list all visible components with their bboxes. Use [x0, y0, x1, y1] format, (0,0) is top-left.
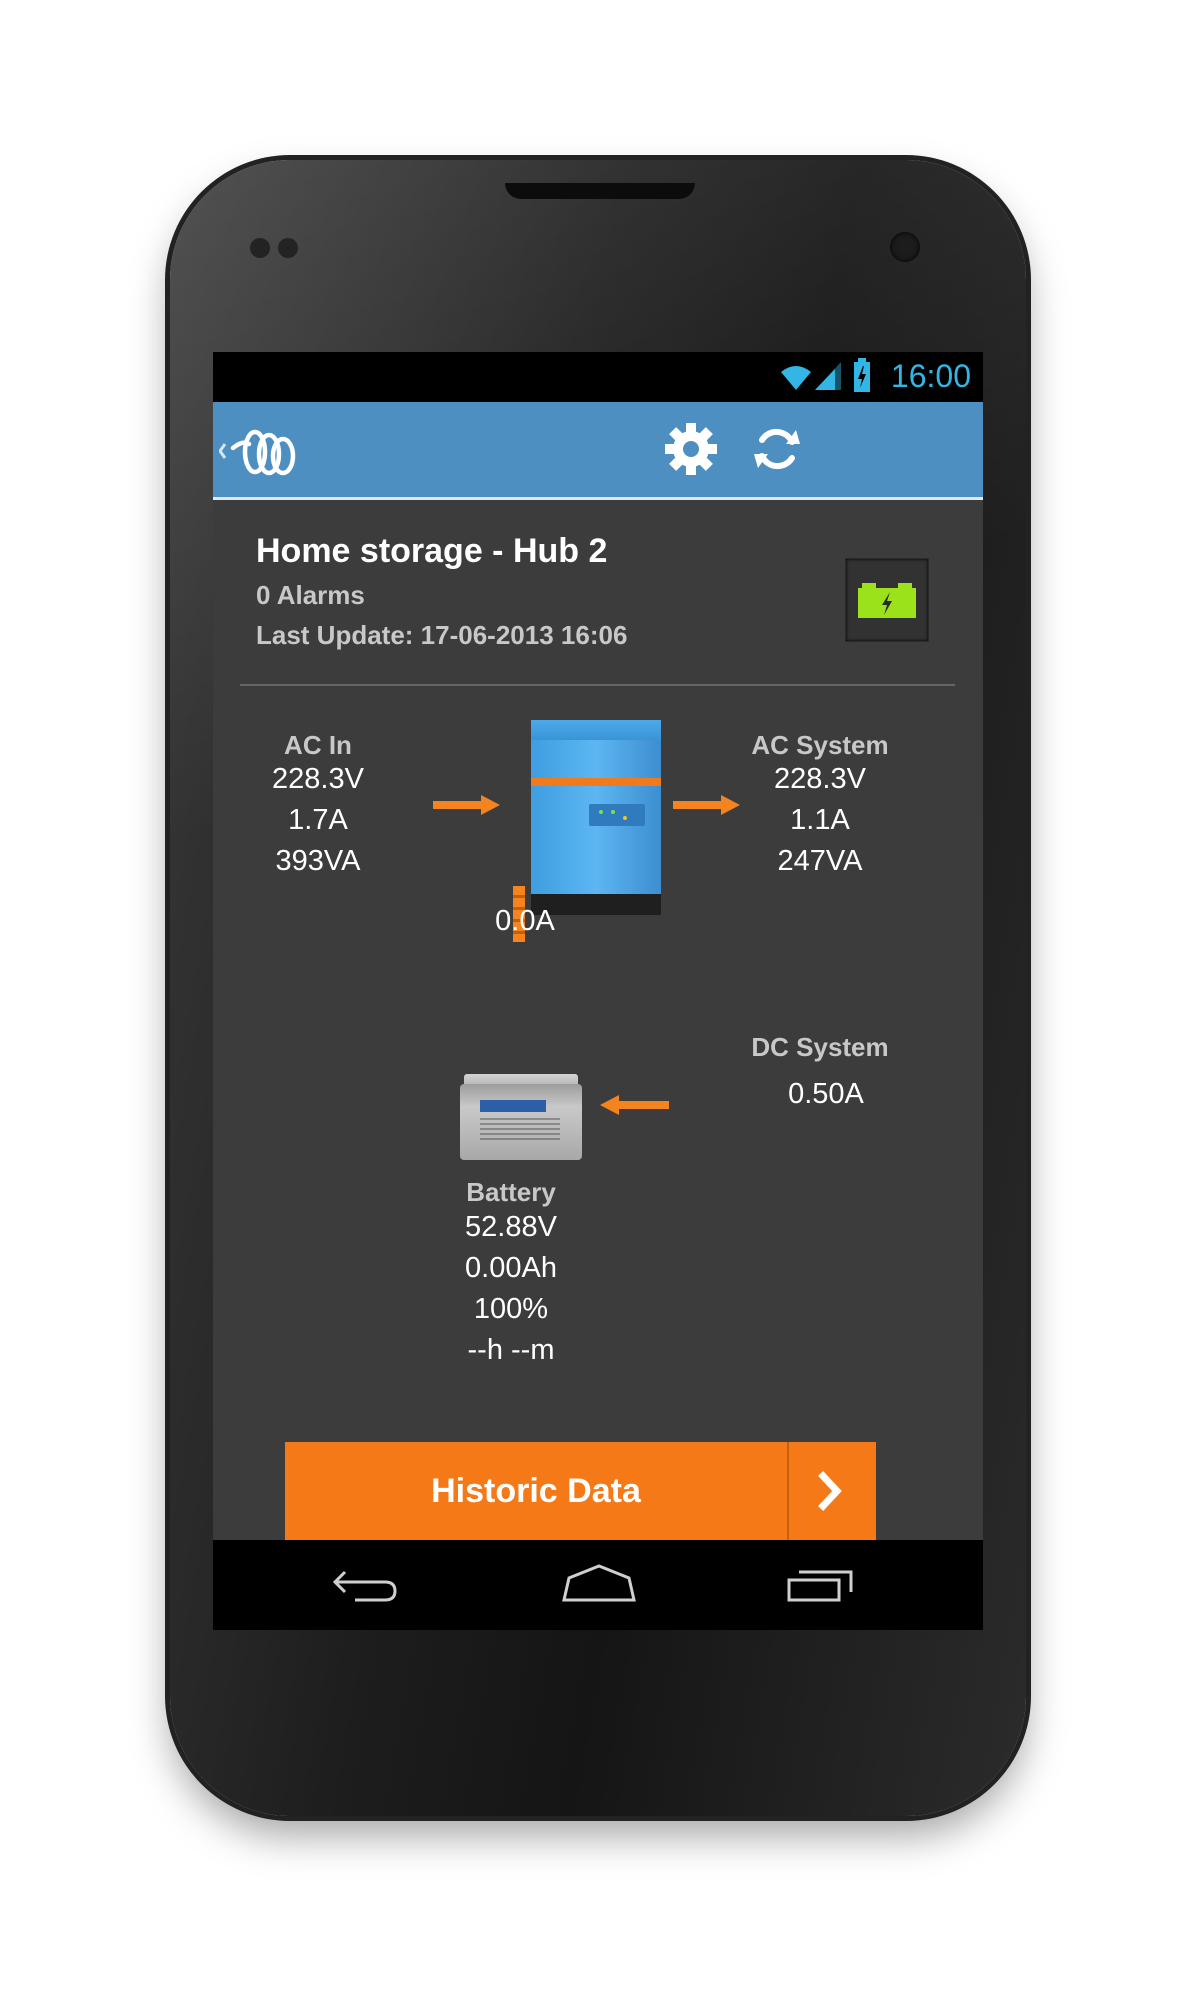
phone-screen: 16:00 Home storage - Hub 2 0 Alarms Last… [213, 352, 983, 1630]
front-camera [890, 232, 920, 262]
battery-voltage: 52.88V [465, 1211, 557, 1243]
dc-system-current: 0.50A [788, 1078, 864, 1110]
ac-system-current: 1.1A [790, 804, 850, 836]
battery-charging-status-icon [858, 583, 916, 618]
historic-data-button[interactable]: Historic Data [285, 1442, 876, 1540]
alarm-count: 0 Alarms [256, 580, 365, 610]
site-title: Home storage - Hub 2 [256, 532, 608, 570]
phone-earpiece [505, 183, 695, 199]
battery-label: Battery [466, 1177, 556, 1207]
multiplus-inverter-image [531, 720, 661, 915]
header-divider [240, 684, 955, 686]
recent-apps-icon[interactable] [785, 1560, 857, 1610]
app-bar [213, 402, 983, 500]
home-icon[interactable] [561, 1560, 637, 1610]
battery-state-of-charge: 100% [473, 1293, 549, 1325]
status-time: 16:00 [890, 358, 971, 394]
battery-time-to-go: --h --m [467, 1334, 555, 1366]
system-overview: Home storage - Hub 2 0 Alarms Last Updat… [213, 500, 983, 1540]
ac-in-power: 393VA [275, 845, 361, 877]
chevron-right-icon [818, 1471, 842, 1511]
dc-system-flow-arrow [600, 1095, 669, 1115]
last-update: Last Update: 17-06-2013 16:06 [256, 620, 628, 650]
android-nav-bar [213, 1540, 983, 1630]
ac-system-voltage: 228.3V [774, 763, 866, 795]
refresh-icon[interactable] [750, 422, 804, 476]
victron-logo-home-button[interactable] [219, 418, 303, 480]
signal-icon [815, 362, 841, 390]
wifi-icon [781, 366, 811, 390]
ac-in-voltage: 228.3V [272, 763, 364, 795]
light-sensor [278, 238, 298, 258]
battery-consumed-ah: 0.00Ah [465, 1252, 557, 1284]
dc-system-label: DC System [751, 1032, 889, 1062]
battery-charging-icon [854, 358, 870, 392]
battery-status-indicator [845, 558, 929, 642]
ac-system-label: AC System [751, 730, 889, 760]
ac-in-current: 1.7A [288, 804, 348, 836]
status-bar: 16:00 [213, 352, 983, 402]
ac-system-power: 247VA [777, 845, 863, 877]
proximity-sensor [250, 238, 270, 258]
dc-bus-current: 0.0A [495, 905, 555, 937]
settings-gear-icon[interactable] [661, 419, 721, 479]
ac-in-flow-arrow [433, 795, 500, 815]
battery-image [460, 1072, 582, 1162]
historic-data-label: Historic Data [431, 1472, 641, 1510]
back-icon[interactable] [331, 1560, 401, 1610]
ac-in-label: AC In [284, 730, 352, 760]
